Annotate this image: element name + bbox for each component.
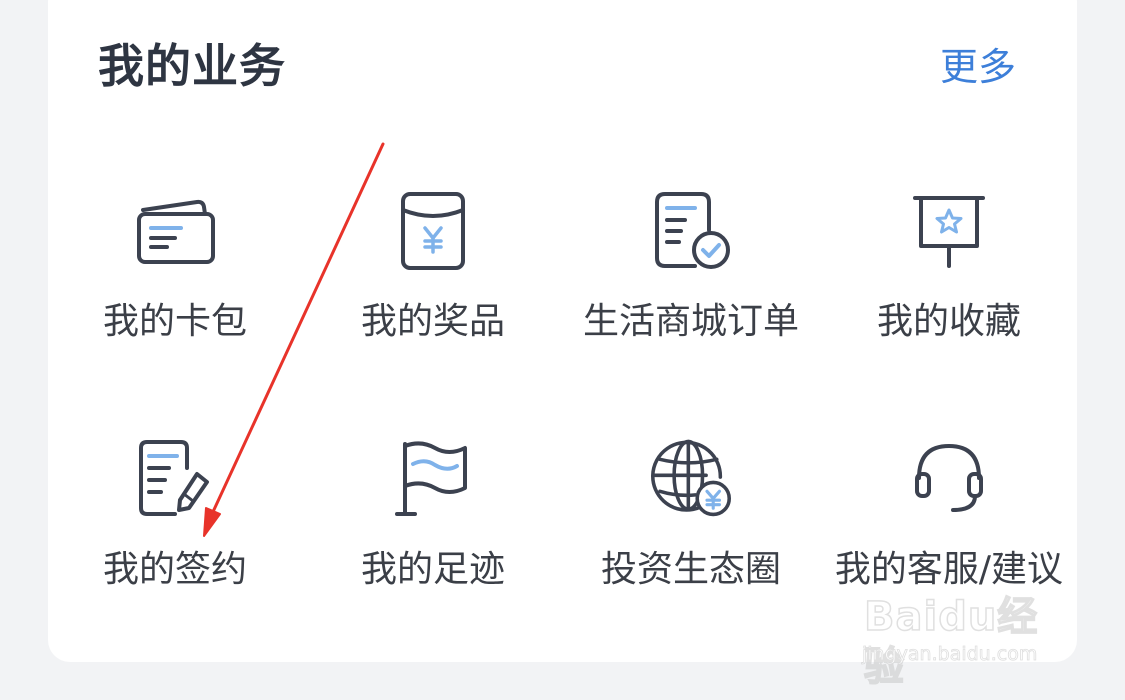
order-document-check-icon (651, 190, 731, 270)
favorite-star-board-icon (909, 190, 989, 270)
baidu-jingyan-watermark: Baidu经验 jingyan.baidu.com (858, 592, 1068, 691)
card-wallet-icon (135, 190, 215, 270)
grid-item-favorites[interactable]: 我的收藏 (829, 190, 1069, 390)
grid-item-label: 我的收藏 (876, 301, 1021, 342)
grid-item-label: 投资生态圈 (600, 549, 781, 590)
grid-item-label: 我的签约 (102, 549, 247, 590)
more-link[interactable]: 更多 (940, 42, 1016, 92)
grid-item-footprint[interactable]: 我的足迹 (313, 438, 553, 638)
grid-item-label: 我的足迹 (360, 549, 505, 590)
grid-item-prize[interactable]: 我的奖品 (313, 190, 553, 390)
grid-item-investment-ecosystem[interactable]: 投资生态圈 (571, 438, 811, 638)
grid-item-label: 我的奖品 (360, 301, 505, 342)
watermark-url: jingyan.baidu.com (862, 643, 1038, 666)
investment-globe-icon (651, 438, 731, 518)
grid-item-card-wallet[interactable]: 我的卡包 (55, 190, 295, 390)
grid-item-label: 我的客服/建议 (834, 549, 1064, 590)
customer-service-headset-icon (909, 438, 989, 518)
prize-envelope-icon (393, 190, 473, 270)
grid-item-contract[interactable]: 我的签约 (55, 438, 295, 638)
footprint-flag-icon (393, 438, 473, 518)
section-title: 我的业务 (98, 39, 286, 93)
grid-item-label: 生活商城订单 (582, 301, 799, 342)
grid-item-label: 我的卡包 (102, 301, 247, 342)
contract-sign-icon (135, 438, 215, 518)
grid-item-life-mall-orders[interactable]: 生活商城订单 (571, 190, 811, 390)
